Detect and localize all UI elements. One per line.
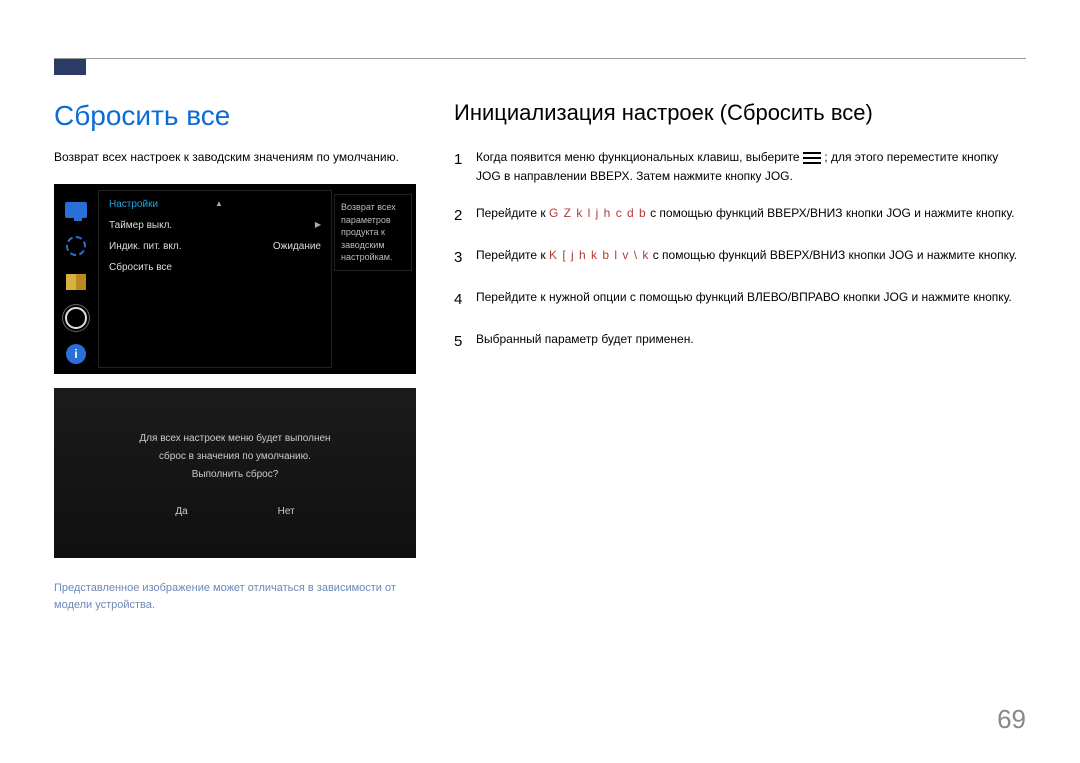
step-number: 5 xyxy=(454,330,476,354)
step-body: Перейдите к K [ j h k b l v \ k с помощь… xyxy=(476,246,1026,270)
osd-row-led: Индик. пит. вкл. Ожидание xyxy=(109,241,321,252)
step-text-post: с помощью функций ВВЕРХ/ВНИЗ кнопки JOG … xyxy=(650,206,1014,220)
step-1: 1 Когда появится меню функциональных кла… xyxy=(454,148,1026,186)
osd-sidebar: i xyxy=(56,192,96,374)
osd-row-timer: Таймер выкл. ▶ xyxy=(109,220,321,231)
confirm-line-3: Выполнить сброс? xyxy=(139,466,330,484)
step-body: Выбранный параметр будет применен. xyxy=(476,330,1026,354)
confirm-line-1: Для всех настроек меню будет выполнен xyxy=(139,430,330,448)
page-number: 69 xyxy=(997,704,1026,735)
page-title: Сбросить все xyxy=(54,100,424,132)
osd-row-label: Сбросить все xyxy=(109,262,172,273)
step-text-pre: Перейдите к xyxy=(476,206,549,220)
osd-confirm-dialog: Для всех настроек меню будет выполнен сб… xyxy=(54,388,416,558)
steps-list: 1 Когда появится меню функциональных кла… xyxy=(454,148,1026,354)
menu-icon xyxy=(803,152,821,164)
step-body: Перейдите к нужной опции с помощью функц… xyxy=(476,288,1026,312)
osd-row-value: Ожидание xyxy=(273,241,321,252)
section-heading: Инициализация настроек (Сбросить все) xyxy=(454,100,1026,126)
osd-row-reset: Сбросить все xyxy=(109,262,321,273)
step-accent: G Z k l j h c d b xyxy=(549,206,647,220)
step-text-post: с помощью функций ВВЕРХ/ВНИЗ кнопки JOG … xyxy=(653,248,1017,262)
step-4: 4 Перейдите к нужной опции с помощью фун… xyxy=(454,288,1026,312)
step-body: Когда появится меню функциональных клави… xyxy=(476,148,1026,186)
monitor-icon xyxy=(60,194,92,226)
image-disclaimer: Представленное изображение может отличат… xyxy=(54,580,424,613)
brightness-icon xyxy=(60,230,92,262)
osd-confirm-text: Для всех настроек меню будет выполнен сб… xyxy=(139,430,330,484)
step-3: 3 Перейдите к K [ j h k b l v \ k с помо… xyxy=(454,246,1026,270)
no-button[interactable]: Нет xyxy=(278,506,295,517)
step-body: Перейдите к G Z k l j h c d b с помощью … xyxy=(476,204,1026,228)
pip-icon xyxy=(60,266,92,298)
step-5: 5 Выбранный параметр будет применен. xyxy=(454,330,1026,354)
osd-tooltip: Возврат всех параметров продукта к завод… xyxy=(334,194,412,271)
right-column: Инициализация настроек (Сбросить все) 1 … xyxy=(454,100,1026,372)
chevron-right-icon: ▶ xyxy=(315,220,321,231)
osd-row-label: Индик. пит. вкл. xyxy=(109,241,182,252)
step-number: 1 xyxy=(454,148,476,186)
step-number: 2 xyxy=(454,204,476,228)
gear-icon xyxy=(60,302,92,334)
osd-row-label: Таймер выкл. xyxy=(109,220,172,231)
left-column: Сбросить все Возврат всех настроек к зав… xyxy=(54,100,424,613)
step-number: 4 xyxy=(454,288,476,312)
header-accent xyxy=(54,59,86,75)
confirm-line-2: сброс в значения по умолчанию. xyxy=(139,448,330,466)
step-accent: K [ j h k b l v \ k xyxy=(549,248,649,262)
step-2: 2 Перейдите к G Z k l j h c d b с помощь… xyxy=(454,204,1026,228)
info-icon: i xyxy=(60,338,92,370)
osd-main-panel: ▲ Настройки Таймер выкл. ▶ Индик. пит. в… xyxy=(98,190,332,368)
osd-confirm-buttons: Да Нет xyxy=(175,506,294,517)
step-number: 3 xyxy=(454,246,476,270)
header-rule xyxy=(54,58,1026,59)
yes-button[interactable]: Да xyxy=(175,506,187,517)
step-text-pre: Перейдите к xyxy=(476,248,549,262)
intro-text: Возврат всех настроек к заводским значен… xyxy=(54,150,424,164)
step-text-pre: Когда появится меню функциональных клави… xyxy=(476,150,803,164)
arrow-up-icon: ▲ xyxy=(215,199,223,208)
osd-settings-preview: i ▲ Настройки Таймер выкл. ▶ Индик. пит.… xyxy=(54,184,416,374)
